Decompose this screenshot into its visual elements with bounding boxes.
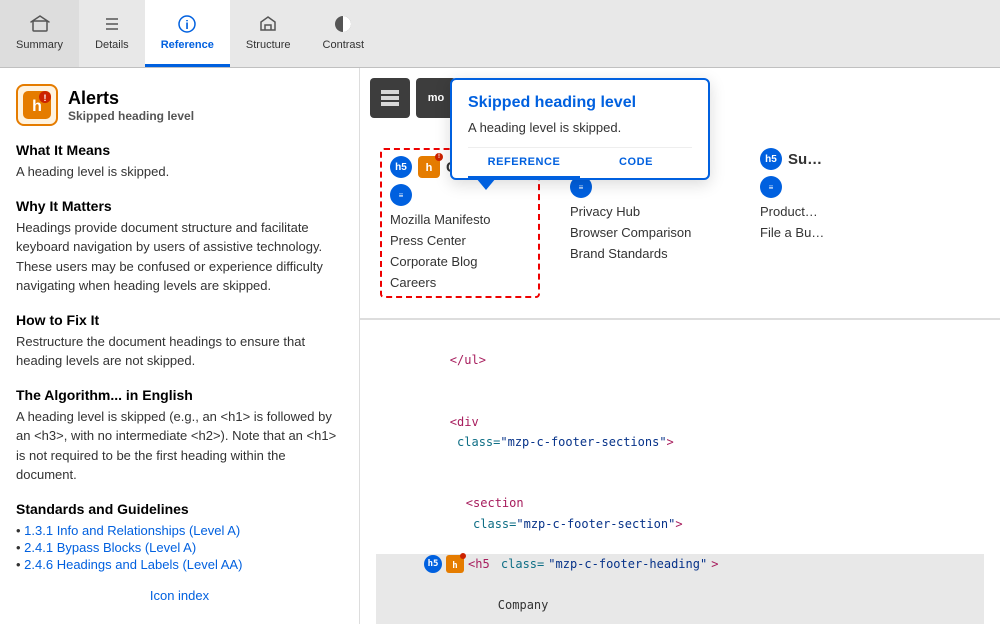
tab-contrast-label: Contrast: [323, 39, 365, 51]
main-content: h ! Alerts Skipped heading level What It…: [0, 68, 1000, 624]
alert-header: h ! Alerts Skipped heading level: [16, 84, 343, 126]
tab-summary[interactable]: Summary: [0, 0, 79, 67]
support-link-2: File a Bu…: [760, 225, 920, 240]
code-line-1: </ul>: [376, 330, 984, 391]
tooltip-tab-reference[interactable]: REFERENCE: [468, 148, 580, 178]
right-panel: mo Skipped heading level A heading level…: [360, 68, 1000, 624]
icon-index-link[interactable]: Icon index: [16, 588, 343, 603]
h5-badge-support: h5: [760, 148, 782, 170]
svg-text:i: i: [186, 18, 189, 32]
code-area: </ul> <div class="mzp-c-footer-sections"…: [360, 319, 1000, 624]
h5-badge-company: h5: [390, 156, 412, 178]
tab-structure[interactable]: Structure: [230, 0, 307, 67]
code-alert-badge: h: [446, 555, 464, 573]
support-list-row: ≡: [760, 176, 920, 198]
tooltip-tabs: REFERENCE CODE: [468, 147, 692, 178]
alert-badge-company: h !: [418, 156, 440, 178]
list-icon: [101, 13, 123, 35]
tab-structure-label: Structure: [246, 39, 291, 51]
alert-info: Alerts Skipped heading level: [68, 88, 194, 123]
company-list-row: ≡: [390, 184, 530, 206]
company-link-1: Mozilla Manifesto: [390, 212, 530, 227]
list-badge-support: ≡: [760, 176, 782, 198]
company-link-4: Careers: [390, 275, 530, 290]
tab-reference[interactable]: i Reference: [145, 0, 230, 67]
tooltip-tab-code[interactable]: CODE: [580, 148, 692, 178]
section-algorithm-body: A heading level is skipped (e.g., an <h1…: [16, 407, 343, 485]
section-why-it-matters-title: Why It Matters: [16, 198, 343, 214]
site-icon: [370, 78, 410, 118]
standard-link-3[interactable]: 2.4.6 Headings and Labels (Level AA): [24, 557, 242, 572]
website-nav-partial: mo: [370, 78, 456, 118]
support-heading-row: h5 Su…: [760, 148, 920, 170]
section-why-it-matters-body: Headings provide document structure and …: [16, 218, 343, 296]
section-how-to-fix-body: Restructure the document headings to ens…: [16, 332, 343, 371]
section-how-to-fix-title: How to Fix It: [16, 312, 343, 328]
alert-title: Alerts: [68, 88, 194, 109]
resources-link-2: Browser Comparison: [570, 225, 730, 240]
visual-area: mo Skipped heading level A heading level…: [360, 68, 1000, 319]
structure-icon: [257, 13, 279, 35]
info-icon: i: [176, 13, 198, 35]
code-h5-badge: h5: [424, 555, 442, 573]
footer-section-support: h5 Su… ≡ Product… File a Bu…: [760, 148, 920, 240]
tooltip-title: Skipped heading level: [468, 94, 692, 112]
tab-contrast[interactable]: Contrast: [307, 0, 381, 67]
alert-icon: h !: [16, 84, 58, 126]
section-what-it-means-body: A heading level is skipped.: [16, 162, 343, 182]
company-link-2: Press Center: [390, 233, 530, 248]
left-panel: h ! Alerts Skipped heading level What It…: [0, 68, 360, 624]
tooltip-arrow: [476, 178, 496, 190]
tooltip-description: A heading level is skipped.: [468, 120, 692, 135]
company-link-3: Corporate Blog: [390, 254, 530, 269]
code-line-4: h5 h <h5 class="mzp-c-footer-heading">: [376, 554, 984, 574]
code-line-2: <div class="mzp-c-footer-sections">: [376, 391, 984, 473]
list-item: 2.4.6 Headings and Labels (Level AA): [16, 557, 343, 572]
home-icon: [29, 13, 51, 35]
section-algorithm-title: The Algorithm... in English: [16, 387, 343, 403]
code-line-3: <section class="mzp-c-footer-section">: [376, 473, 984, 555]
code-line-5: Company: [376, 575, 984, 624]
resources-link-3: Brand Standards: [570, 246, 730, 261]
tab-details-label: Details: [95, 39, 129, 51]
section-what-it-means-title: What It Means: [16, 142, 343, 158]
list-item: 2.4.1 Bypass Blocks (Level A): [16, 540, 343, 555]
standard-link-1[interactable]: 1.3.1 Info and Relationships (Level A): [24, 523, 240, 538]
standards-link-list: 1.3.1 Info and Relationships (Level A) 2…: [16, 523, 343, 572]
list-badge-company: ≡: [390, 184, 412, 206]
tab-summary-label: Summary: [16, 39, 63, 51]
svg-text:h: h: [426, 162, 433, 174]
tab-reference-label: Reference: [161, 39, 214, 51]
alert-subtitle: Skipped heading level: [68, 109, 194, 123]
support-link-1: Product…: [760, 204, 920, 219]
list-item: 1.3.1 Info and Relationships (Level A): [16, 523, 343, 538]
resources-link-1: Privacy Hub: [570, 204, 730, 219]
toolbar: Summary Details i Reference Structur: [0, 0, 1000, 68]
tab-details[interactable]: Details: [79, 0, 145, 67]
svg-text:!: !: [44, 93, 47, 103]
tooltip-popup: Skipped heading level A heading level is…: [450, 78, 710, 180]
section-standards-title: Standards and Guidelines: [16, 501, 343, 517]
svg-text:h: h: [452, 561, 457, 570]
support-heading-text: Su…: [788, 151, 822, 168]
contrast-icon: [332, 13, 354, 35]
standard-link-2[interactable]: 2.4.1 Bypass Blocks (Level A): [24, 540, 196, 555]
